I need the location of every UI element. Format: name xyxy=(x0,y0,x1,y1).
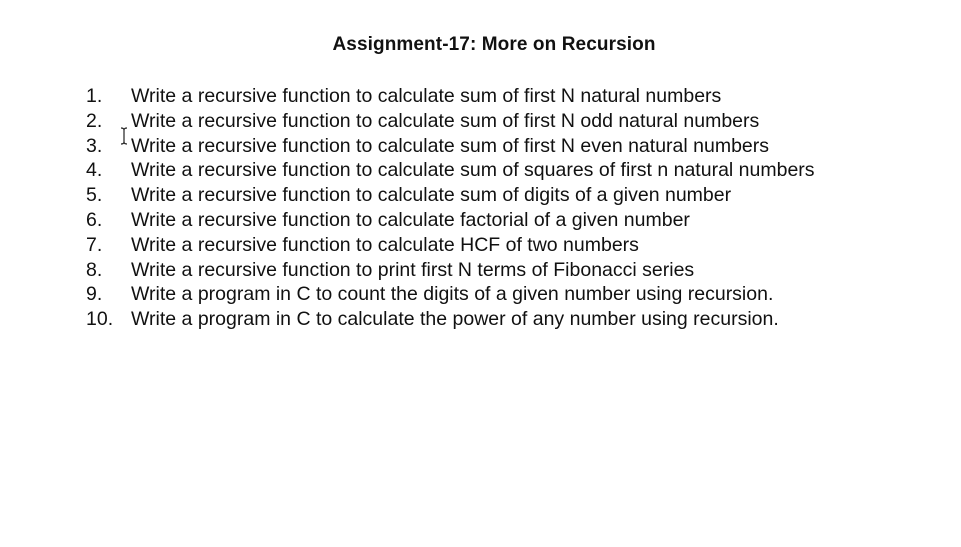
item-number: 8. xyxy=(86,258,103,281)
item-number: 7. xyxy=(86,233,103,256)
item-number: 1. xyxy=(86,85,103,107)
item-text: Write a recursive function to print firs… xyxy=(131,258,695,281)
item-text: Write a program in C to calculate the po… xyxy=(131,308,779,331)
list-item: 3. Write a recursive function to calcula… xyxy=(86,134,815,159)
item-text: Write a recursive function to calculate … xyxy=(131,233,639,256)
list-item: 8. Write a recursive function to print f… xyxy=(86,258,815,283)
item-number: 9. xyxy=(86,283,103,306)
item-text: Write a recursive function to calculate … xyxy=(131,208,690,231)
text-cursor-icon xyxy=(120,127,128,145)
list-item: 9. Write a program in C to count the dig… xyxy=(86,282,815,307)
list-item: 2. Write a recursive function to calcula… xyxy=(86,109,815,134)
item-text: Write a recursive function to calculate … xyxy=(131,184,732,207)
list-item: 7. Write a recursive function to calcula… xyxy=(86,233,815,258)
document-page: Assignment-17: More on Recursion 1. Writ… xyxy=(0,0,961,547)
item-text: Write a recursive function to calculate … xyxy=(131,134,769,157)
list-item: 1. Write a recursive function to calcula… xyxy=(86,84,815,109)
list-item: 6. Write a recursive function to calcula… xyxy=(86,208,815,233)
list-item: 10. Write a program in C to calculate th… xyxy=(86,307,815,332)
item-number: 5. xyxy=(86,184,103,207)
list-item: 4. Write a recursive function to calcula… xyxy=(86,158,815,183)
item-text: Write a program in C to count the digits… xyxy=(131,283,774,306)
list-item: 5. Write a recursive function to calcula… xyxy=(86,183,815,208)
item-number: 10. xyxy=(86,308,114,331)
assignment-list: 1. Write a recursive function to calcula… xyxy=(86,84,815,332)
item-text: Write a recursive function to calculate … xyxy=(131,159,815,182)
item-number: 4. xyxy=(86,159,103,182)
item-text: Write a recursive function to calculate … xyxy=(131,109,760,132)
item-number: 6. xyxy=(86,208,103,231)
item-text: Write a recursive function to calculate … xyxy=(131,85,722,107)
document-title: Assignment-17: More on Recursion xyxy=(332,34,656,55)
